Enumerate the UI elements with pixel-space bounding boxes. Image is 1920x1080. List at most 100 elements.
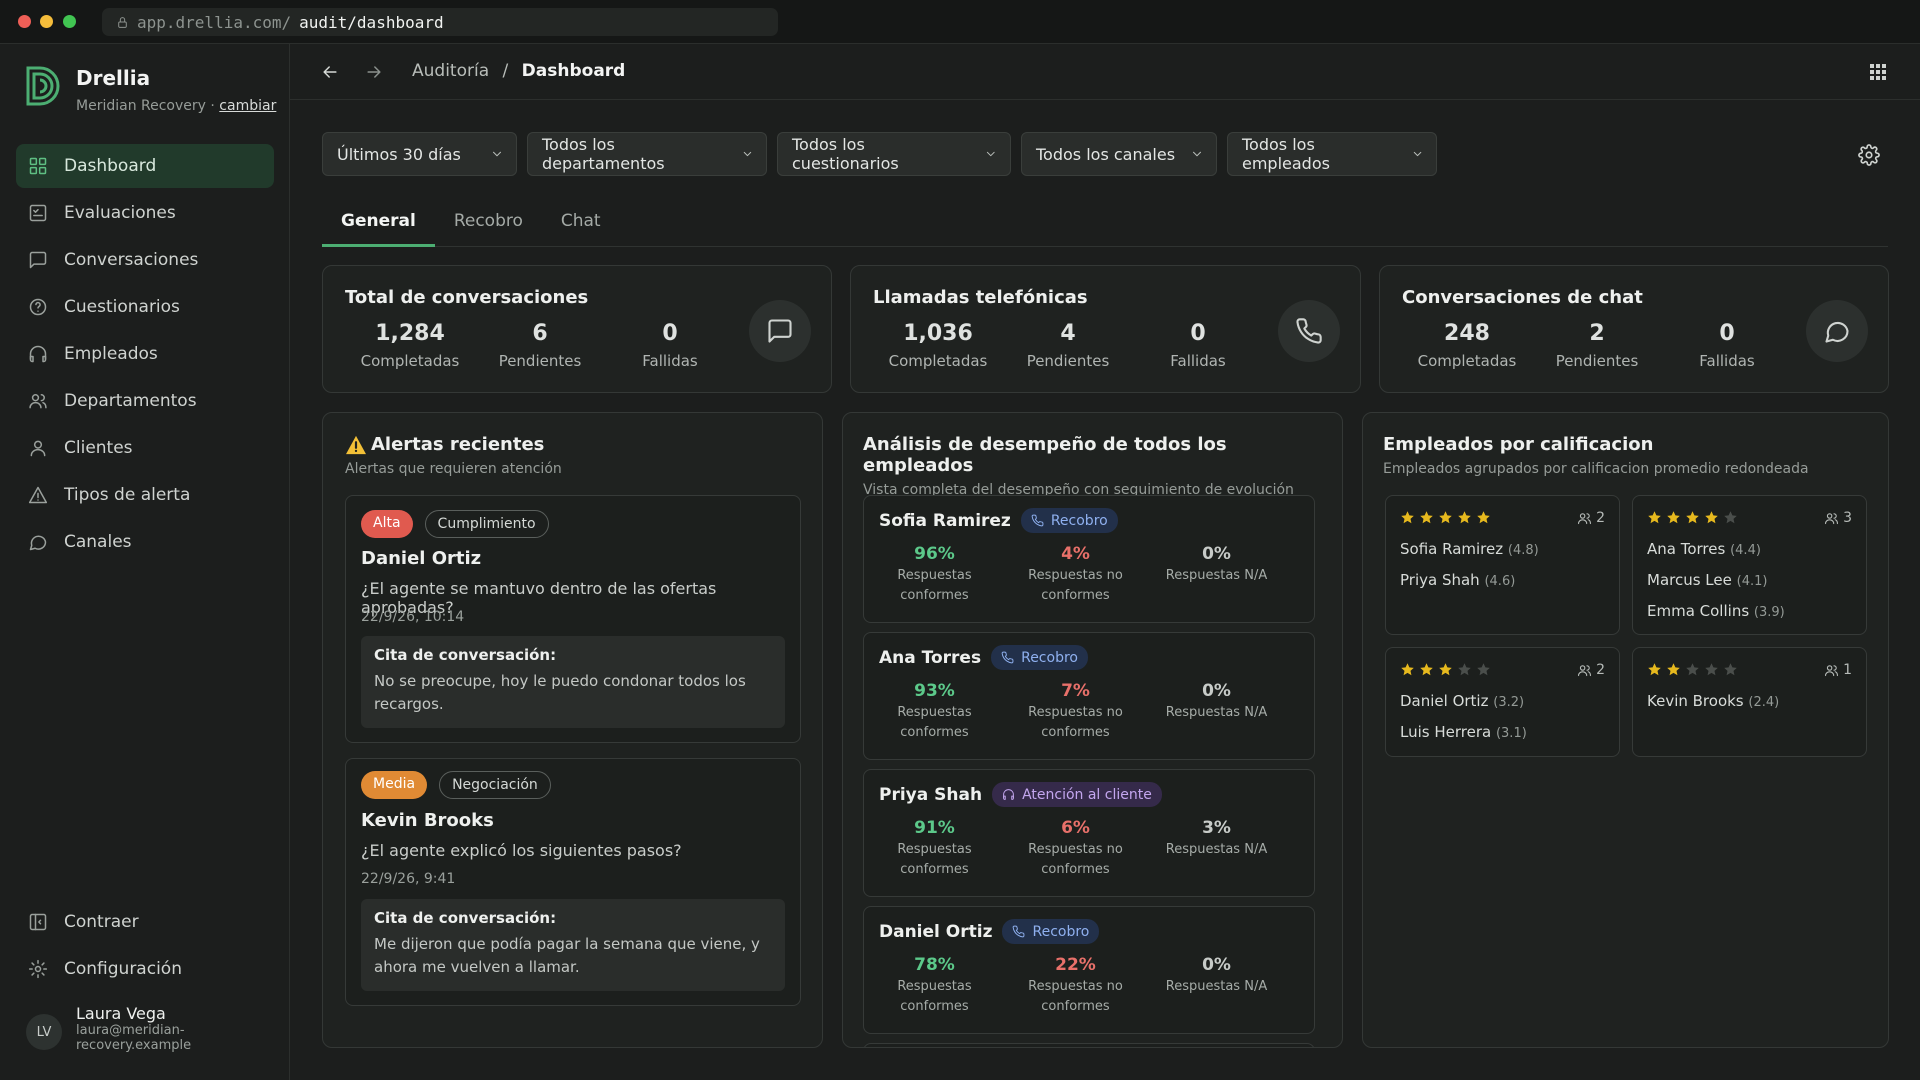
rating-group-4[interactable]: 3 Ana Torres (4.4) Marcus Lee (4.1) Emma… (1632, 495, 1867, 635)
phone-icon (1001, 651, 1014, 664)
rating-group-2[interactable]: 1 Kevin Brooks (2.4) (1632, 647, 1867, 757)
sidebar-item-label: Conversaciones (64, 250, 199, 270)
rating-group-5[interactable]: 2 Sofia Ramirez (4.8) Priya Shah (4.6) (1385, 495, 1620, 635)
employee-performance-card[interactable]: Ana Torres Recobro 93% Respuestas conform… (863, 632, 1315, 760)
address-bar[interactable]: app.drellia.com/ audit/dashboard (102, 8, 778, 36)
group-count: 1 (1824, 662, 1852, 678)
alert-card[interactable]: Media Negociación Kevin Brooks ¿El agent… (345, 758, 801, 1006)
ratings-header: Empleados por calificacion Empleados agr… (1383, 434, 1809, 477)
alert-employee: Kevin Brooks (361, 810, 494, 831)
rated-employee[interactable]: Kevin Brooks (2.4) (1647, 692, 1779, 710)
metric-label: Respuestas no conformes (1028, 568, 1123, 603)
star-empty-icon (1724, 663, 1737, 676)
sidebar-item-tipos-de-alerta[interactable]: Tipos de alerta (16, 473, 274, 517)
sidebar-item-departamentos[interactable]: Departamentos (16, 379, 274, 423)
sidebar-item-empleados[interactable]: Empleados (16, 332, 274, 376)
users-icon (1825, 512, 1839, 524)
rated-employee[interactable]: Luis Herrera (3.1) (1400, 723, 1527, 741)
rated-employee[interactable]: Daniel Ortiz (3.2) (1400, 692, 1524, 710)
metric-nonconform: 6% Respuestas no conformes (1005, 818, 1146, 880)
group-count-value: 3 (1843, 510, 1852, 526)
metric-label: Respuestas N/A (1165, 568, 1268, 583)
minimize-window-button[interactable] (40, 15, 53, 28)
rated-employee-name: Emma Collins (1647, 602, 1750, 620)
sidebar-item-dashboard[interactable]: Dashboard (16, 144, 274, 188)
sidebar-item-cuestionarios[interactable]: Cuestionarios (16, 285, 274, 329)
employee-header: Sofia Ramirez Recobro (879, 508, 1118, 533)
sidebar-item-label: Evaluaciones (64, 203, 176, 223)
rated-employee[interactable]: Ana Torres (4.4) (1647, 540, 1761, 558)
rated-employee-score: (2.4) (1748, 695, 1780, 710)
group-count-value: 2 (1596, 510, 1605, 526)
sidebar-item-canales[interactable]: Canales (16, 520, 274, 564)
top-bar: Auditoría / Dashboard (290, 44, 1920, 100)
department-tag: Recobro (1002, 919, 1100, 944)
rating-group-3[interactable]: 2 Daniel Ortiz (3.2) Luis Herrera (3.1) (1385, 647, 1620, 757)
rated-employee[interactable]: Sofia Ramirez (4.8) (1400, 540, 1539, 558)
stat-completed: 248 Completadas (1402, 321, 1532, 370)
employee-header: Ana Torres Recobro (879, 645, 1088, 670)
employee-select[interactable]: Todos los empleados (1227, 132, 1437, 176)
channel-select[interactable]: Todos los canales (1021, 132, 1217, 176)
star-filled-icon (1458, 511, 1471, 524)
metric-nonconform: 4% Respuestas no conformes (1005, 544, 1146, 606)
rated-employee-score: (4.4) (1730, 543, 1761, 558)
settings-gear-icon[interactable] (1858, 144, 1880, 166)
rated-employee-score: (4.1) (1736, 574, 1768, 589)
star-filled-icon (1439, 663, 1452, 676)
stat-value: 248 (1444, 321, 1490, 346)
sidebar-item-configuracion[interactable]: Configuración (16, 947, 274, 991)
org-name: Meridian Recovery (76, 98, 206, 114)
metric-nonconform: 7% Respuestas no conformes (1005, 681, 1146, 743)
alert-card[interactable]: Alta Cumplimiento Daniel Ortiz ¿El agent… (345, 495, 801, 743)
employee-performance-card[interactable]: Sofia Ramirez Recobro 96% Respuestas conf… (863, 495, 1315, 623)
rated-employee-name: Daniel Ortiz (1400, 692, 1489, 710)
sidebar-item-conversaciones[interactable]: Conversaciones (16, 238, 274, 282)
metric-value: 93% (914, 681, 955, 701)
close-window-button[interactable] (18, 15, 31, 28)
ratings-panel: Empleados por calificacion Empleados agr… (1362, 412, 1889, 1048)
rated-employee[interactable]: Marcus Lee (4.1) (1647, 571, 1767, 589)
phone-icon (1278, 300, 1340, 362)
rated-employee-score: (3.2) (1493, 695, 1525, 710)
checklist-icon (29, 204, 47, 222)
stat-value: 2 (1589, 321, 1605, 346)
star-rating (1400, 662, 1491, 677)
tab-chat[interactable]: Chat (542, 204, 620, 247)
employee-header: Priya Shah Atención al cliente (879, 782, 1162, 807)
switch-org-link[interactable]: cambiar (219, 98, 276, 114)
group-count-value: 2 (1596, 662, 1605, 678)
employee-name: Sofia Ramirez (879, 510, 1011, 531)
filter-value: Todos los empleados (1242, 135, 1330, 173)
sidebar-item-label: Departamentos (64, 391, 197, 411)
star-filled-icon (1420, 663, 1433, 676)
back-arrow-icon[interactable] (320, 62, 340, 82)
stat-label: Completadas (888, 352, 988, 370)
sidebar-item-clientes[interactable]: Clientes (16, 426, 274, 470)
apps-grid-icon[interactable] (1870, 64, 1886, 80)
rated-employee[interactable]: Priya Shah (4.6) (1400, 571, 1515, 589)
tab-general[interactable]: General (322, 204, 435, 247)
sidebar-item-evaluaciones[interactable]: Evaluaciones (16, 191, 274, 235)
rated-employee[interactable]: Emma Collins (3.9) (1647, 602, 1785, 620)
breadcrumb-separator: / (502, 61, 509, 81)
stat-pending: 6 Pendientes (475, 321, 605, 370)
breadcrumb-parent[interactable]: Auditoría (412, 61, 489, 81)
stat-value: 1,284 (375, 321, 445, 346)
collapse-sidebar-button[interactable]: Contraer (16, 900, 274, 944)
employee-performance-card[interactable]: Priya Shah Atención al cliente 91% Respue… (863, 769, 1315, 897)
employee-performance-card[interactable]: Daniel Ortiz Recobro 78% Respuestas confo… (863, 906, 1315, 1034)
user-profile[interactable]: LV Laura Vega laura@meridian-recovery.ex… (26, 1004, 216, 1053)
star-empty-icon (1686, 663, 1699, 676)
questionnaire-select[interactable]: Todos los cuestionarios (777, 132, 1011, 176)
forward-arrow-icon[interactable] (364, 62, 384, 82)
stat-completed: 1,284 Completadas (345, 321, 475, 370)
department-select[interactable]: Todos los departamentos (527, 132, 767, 176)
date-range-select[interactable]: Últimos 30 días (322, 132, 517, 176)
sidebar-item-label: Cuestionarios (64, 297, 180, 317)
filter-value: Todos los cuestionarios (792, 135, 899, 173)
metric-na: 3% Respuestas N/A (1146, 818, 1287, 880)
sidebar-collapse-icon (29, 913, 47, 931)
tab-recobro[interactable]: Recobro (435, 204, 542, 247)
maximize-window-button[interactable] (63, 15, 76, 28)
